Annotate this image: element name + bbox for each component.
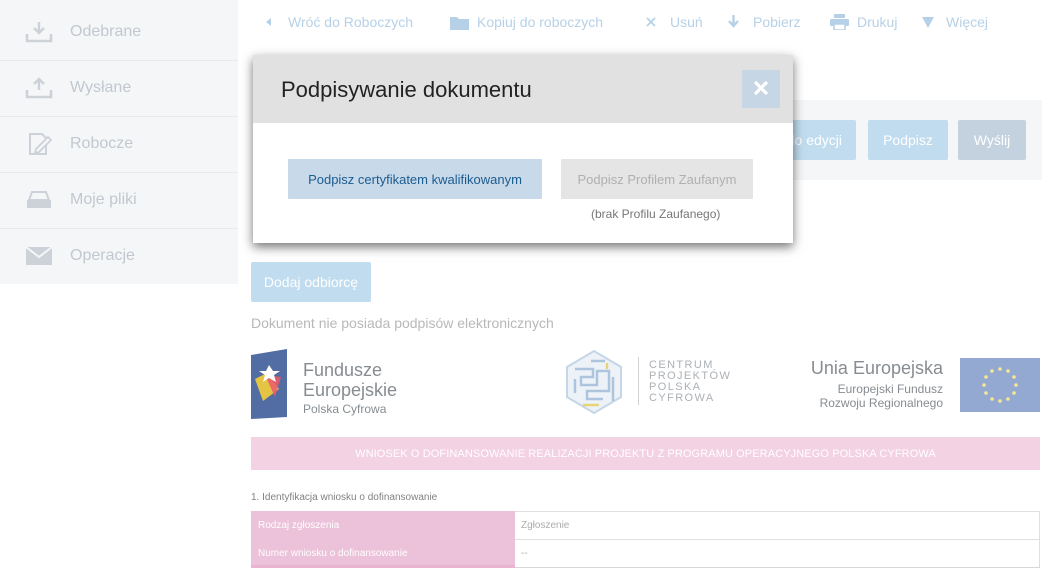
dialog-header: Podpisywanie dokumentu <box>253 55 793 123</box>
signing-dialog: Podpisywanie dokumentu Podpisz certyfika… <box>253 55 793 243</box>
dialog-title: Podpisywanie dokumentu <box>281 77 532 102</box>
sign-with-trusted-profile-button[interactable]: Podpisz Profilem Zaufanym <box>561 159 753 199</box>
close-icon <box>753 80 769 99</box>
trusted-profile-note: (brak Profilu Zaufanego) <box>591 207 721 221</box>
sign-with-certificate-button[interactable]: Podpisz certyfikatem kwalifikowanym <box>288 159 542 199</box>
close-dialog-button[interactable] <box>742 70 780 108</box>
